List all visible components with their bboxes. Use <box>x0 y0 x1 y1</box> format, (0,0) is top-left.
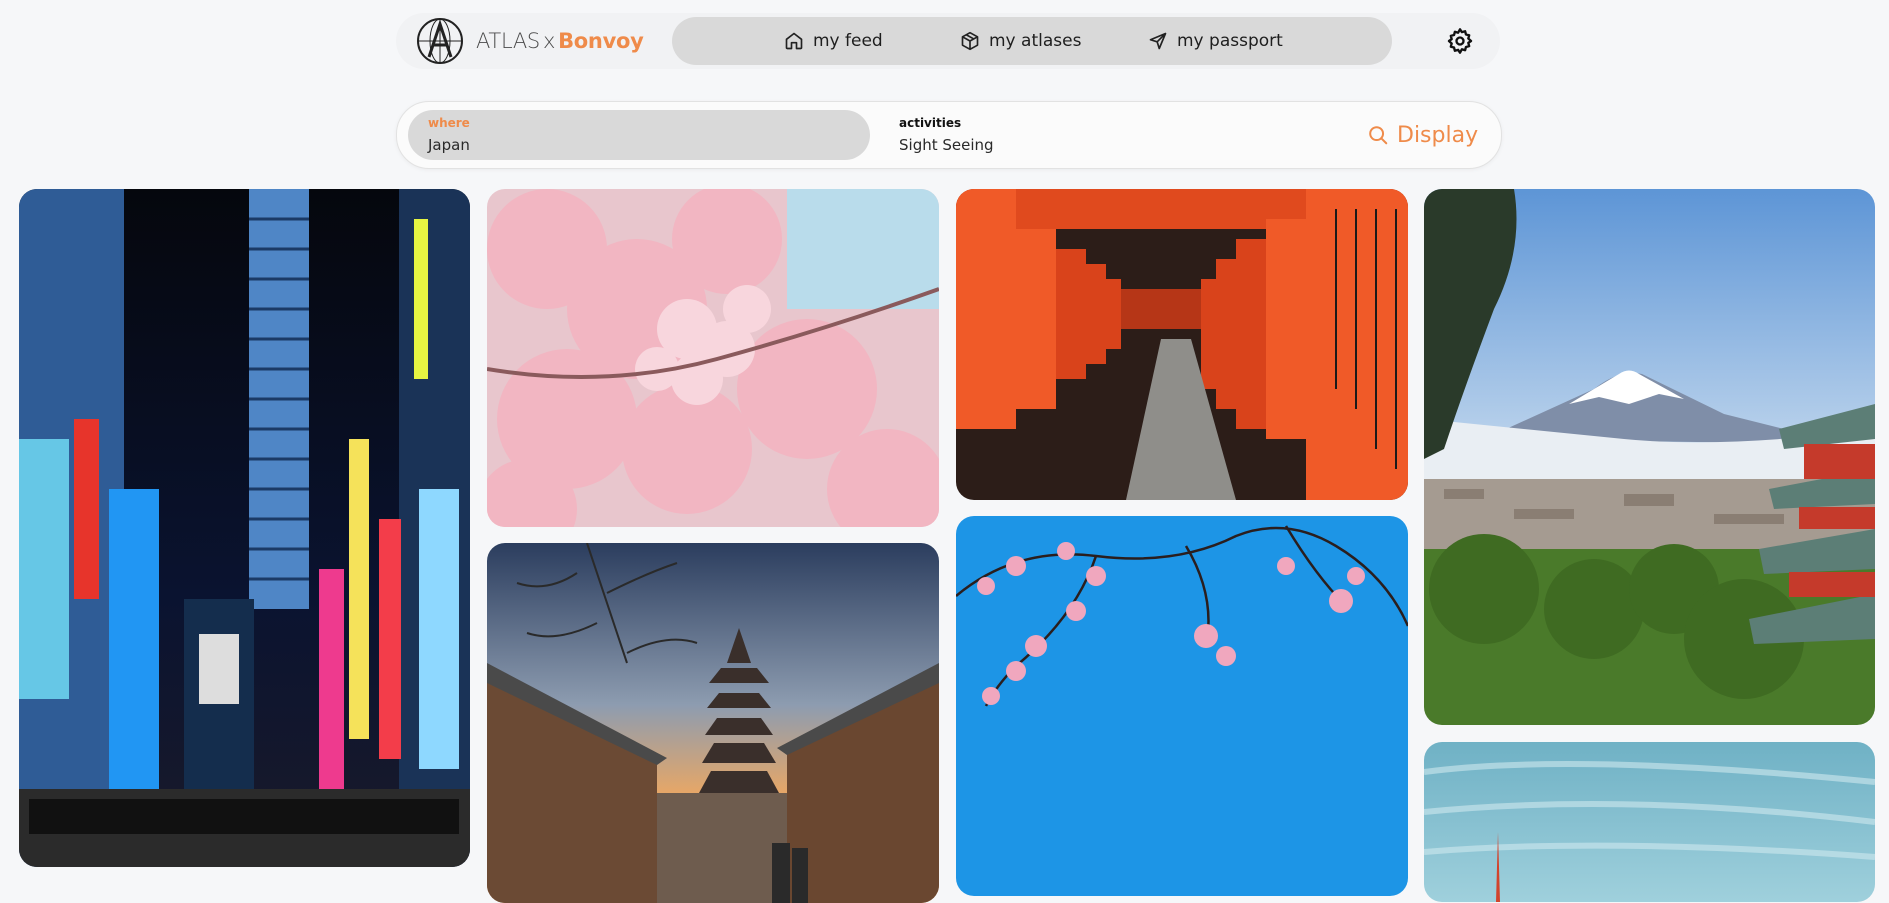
photo-kyoto-pagoda-street-image <box>487 543 939 903</box>
activities-label: activities <box>899 116 962 130</box>
brand-name: ATLAS <box>476 29 540 53</box>
photo-kyoto-pagoda-street[interactable] <box>487 543 939 903</box>
nav-my-atlases[interactable]: my atlases <box>960 17 1081 65</box>
photo-tokyo-night-street-image <box>19 189 470 867</box>
search-bar: where Japan activities Sight Seeing Disp… <box>396 101 1502 169</box>
photo-mount-fuji-pagoda[interactable] <box>1424 189 1875 725</box>
nav-my-passport-label: my passport <box>1177 31 1283 51</box>
cube-icon <box>961 31 979 51</box>
photo-sakura-branch-blue-sky[interactable] <box>956 516 1408 896</box>
search-icon <box>1369 126 1388 145</box>
activities-value: Sight Seeing <box>899 136 994 154</box>
photo-tokyo-night-street[interactable] <box>19 189 470 867</box>
brand[interactable]: ATLAS x Bonvoy <box>416 17 644 65</box>
brand-text: ATLAS x Bonvoy <box>476 29 644 53</box>
brand-partner: Bonvoy <box>558 29 644 53</box>
nav-my-atlases-label: my atlases <box>989 31 1082 51</box>
photo-mount-fuji-pagoda-image <box>1424 189 1875 725</box>
photo-cherry-blossom-closeup-image <box>487 189 939 527</box>
activities-field[interactable]: activities Sight Seeing <box>899 110 1259 160</box>
gear-icon[interactable] <box>1446 27 1474 55</box>
photo-fushimi-inari-torii-gates-image <box>956 189 1408 500</box>
atlas-logo-icon <box>417 18 463 64</box>
display-button[interactable]: Display <box>1367 116 1478 154</box>
send-icon <box>1149 32 1167 50</box>
nav-my-feed[interactable]: my feed <box>784 17 883 65</box>
top-bar: ATLAS x Bonvoy my feed my atlases my passp… <box>396 13 1500 69</box>
home-icon <box>785 32 803 50</box>
where-value: Japan <box>428 136 470 154</box>
where-label: where <box>428 116 470 130</box>
photo-tokyo-tower-sky-image <box>1424 742 1875 902</box>
where-field[interactable]: where Japan <box>408 110 870 160</box>
display-button-label: Display <box>1397 122 1479 148</box>
nav-my-feed-label: my feed <box>813 31 883 51</box>
main-nav: my feed my atlases my passport <box>672 17 1392 65</box>
photo-fushimi-inari-torii-gates[interactable] <box>956 189 1408 500</box>
photo-cherry-blossom-closeup[interactable] <box>487 189 939 527</box>
nav-my-passport[interactable]: my passport <box>1148 17 1283 65</box>
photo-sakura-branch-blue-sky-image <box>956 516 1408 896</box>
photo-tokyo-tower-sky[interactable] <box>1424 742 1875 902</box>
brand-separator: x <box>542 29 556 53</box>
